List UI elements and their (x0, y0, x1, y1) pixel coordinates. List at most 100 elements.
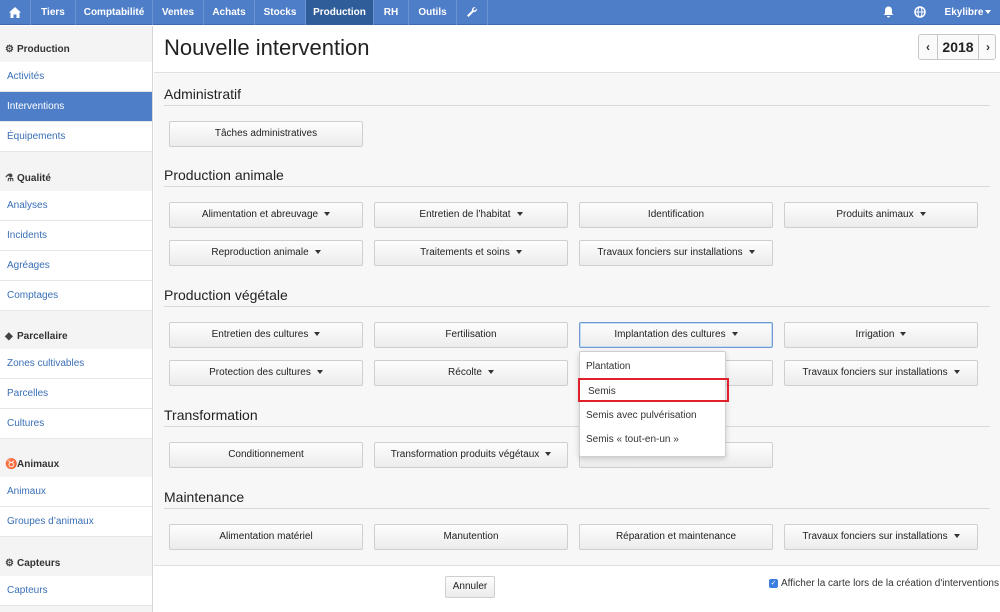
btn-traitements-soins[interactable]: Traitements et soins (374, 240, 568, 266)
btn-fertilisation[interactable]: Fertilisation (374, 322, 568, 348)
btn-conditionnement[interactable]: Conditionnement (169, 442, 363, 468)
btn-entretien-cultures[interactable]: Entretien des cultures (169, 322, 363, 348)
map-checkbox[interactable]: ✓ (769, 579, 778, 588)
btn-taches-administratives[interactable]: Tâches administratives (169, 121, 363, 147)
btn-identification[interactable]: Identification (579, 202, 773, 228)
divider (164, 306, 990, 307)
map-checkbox-label: Afficher la carte lors de la création d'… (781, 578, 999, 589)
caret-down-icon (545, 452, 552, 457)
group-title-production-animale: Production animale (164, 167, 284, 183)
user-name: Ekylibre (944, 7, 984, 18)
dropdown-item-semis[interactable]: Semis (578, 378, 729, 402)
sidebar: ⚙ Production Activités Interventions Équi… (0, 26, 153, 612)
btn-entretien-habitat[interactable]: Entretien de l’habitat (374, 202, 568, 228)
group-title-production-vegetale: Production végétale (164, 287, 288, 303)
dropdown-item-semis-pulverisation[interactable]: Semis avec pulvérisation (580, 404, 725, 428)
bell-icon[interactable] (876, 0, 900, 25)
sidebar-section-capteurs: ⚙ Capteurs (0, 552, 153, 576)
group-title-administratif: Administratif (164, 86, 242, 102)
sidebar-section-animaux: ♉Animaux (0, 453, 153, 477)
next-year-button[interactable]: › (979, 35, 997, 59)
nav-rh[interactable]: RH (374, 0, 408, 25)
nav-achats[interactable]: Achats (204, 0, 254, 25)
caret-down-icon (314, 250, 321, 255)
globe-icon[interactable] (908, 0, 932, 25)
btn-travaux-fonciers-animale[interactable]: Travaux fonciers sur installations (579, 240, 773, 266)
nav-comptabilite[interactable]: Comptabilité (76, 0, 152, 25)
year-selector: ‹ 2018 › (918, 34, 996, 60)
nav-ventes[interactable]: Ventes (153, 0, 203, 25)
nav-tiers[interactable]: Tiers (31, 0, 75, 25)
dropdown-item-plantation[interactable]: Plantation (580, 355, 725, 379)
home-icon[interactable] (0, 0, 30, 25)
btn-reproduction-animale[interactable]: Reproduction animale (169, 240, 363, 266)
caret-down-icon (731, 332, 738, 337)
btn-implantation-cultures[interactable]: Implantation des cultures (579, 322, 773, 348)
year-value: 2018 (937, 35, 979, 59)
wrench-icon[interactable] (457, 0, 487, 25)
chevron-down-icon (985, 10, 992, 15)
main-content: Nouvelle intervention ‹ 2018 › Administr… (154, 26, 1000, 612)
sidebar-item-agreages[interactable]: Agréages (0, 251, 152, 281)
group-title-transformation: Transformation (164, 407, 258, 423)
divider (164, 508, 990, 509)
nav-outils[interactable]: Outils (409, 0, 456, 25)
sidebar-section-qualite: ⚗ Qualité (0, 167, 153, 191)
caret-down-icon (748, 250, 755, 255)
cancel-button[interactable]: Annuler (445, 576, 495, 598)
divider (164, 105, 990, 106)
caret-down-icon (487, 370, 494, 375)
sidebar-item-cultures[interactable]: Cultures (0, 409, 152, 439)
caret-down-icon (515, 250, 522, 255)
sidebar-section-production: ⚙ Production (0, 38, 153, 62)
btn-alimentation-abreuvage[interactable]: Alimentation et abreuvage (169, 202, 363, 228)
top-navbar: Tiers Comptabilité Ventes Achats Stocks … (0, 0, 1000, 25)
layers-icon: ◆ (5, 331, 13, 342)
sidebar-item-groupes-animaux[interactable]: Groupes d’animaux (0, 507, 152, 537)
user-menu[interactable]: Ekylibre (940, 0, 996, 25)
nav-production[interactable]: Production (306, 0, 373, 25)
btn-transformation-produits-vegetaux[interactable]: Transformation produits végétaux (374, 442, 568, 468)
sidebar-item-equipements[interactable]: Équipements (0, 122, 152, 152)
dropdown-item-semis-tout-en-un[interactable]: Semis « tout-en-un » (580, 428, 725, 452)
sidebar-item-animaux[interactable]: Animaux (0, 477, 152, 507)
btn-reparation-maintenance[interactable]: Réparation et maintenance (579, 524, 773, 550)
caret-down-icon (953, 370, 960, 375)
sidebar-item-analyses[interactable]: Analyses (0, 191, 152, 221)
btn-travaux-fonciers-vegetale[interactable]: Travaux fonciers sur installations (784, 360, 978, 386)
caret-down-icon (919, 212, 926, 217)
btn-manutention[interactable]: Manutention (374, 524, 568, 550)
sidebar-item-parcelles[interactable]: Parcelles (0, 379, 152, 409)
caret-down-icon (324, 212, 331, 217)
sidebar-item-interventions[interactable]: Interventions (0, 92, 152, 122)
divider (164, 186, 990, 187)
implantation-dropdown-menu: Plantation Semis Semis avec pulvérisatio… (578, 351, 729, 457)
btn-alimentation-materiel[interactable]: Alimentation matériel (169, 524, 363, 550)
sidebar-item-activites[interactable]: Activités (0, 62, 152, 92)
cogs-icon: ⚙ (5, 44, 14, 55)
caret-down-icon (316, 370, 323, 375)
divider (164, 426, 990, 427)
btn-irrigation[interactable]: Irrigation (784, 322, 978, 348)
caret-down-icon (314, 332, 321, 337)
sidebar-item-zones-cultivables[interactable]: Zones cultivables (0, 349, 152, 379)
gear-icon: ⚙ (5, 558, 14, 569)
page-title: Nouvelle intervention (164, 35, 370, 60)
form-footer: Annuler ✓ Afficher la carte lors de la c… (154, 566, 1000, 612)
flask-icon: ⚗ (5, 173, 14, 184)
sidebar-item-capteurs[interactable]: Capteurs (0, 576, 152, 606)
caret-down-icon (953, 534, 960, 539)
sidebar-item-comptages[interactable]: Comptages (0, 281, 152, 311)
cow-icon: ♉ (5, 459, 18, 470)
btn-travaux-fonciers-maintenance[interactable]: Travaux fonciers sur installations (784, 524, 978, 550)
sidebar-section-parcellaire: ◆ Parcellaire (0, 325, 153, 349)
sidebar-item-incidents[interactable]: Incidents (0, 221, 152, 251)
btn-produits-animaux[interactable]: Produits animaux (784, 202, 978, 228)
caret-down-icon (516, 212, 523, 217)
btn-protection-cultures[interactable]: Protection des cultures (169, 360, 363, 386)
btn-recolte[interactable]: Récolte (374, 360, 568, 386)
previous-year-button[interactable]: ‹ (919, 35, 937, 59)
nav-stocks[interactable]: Stocks (255, 0, 305, 25)
caret-down-icon (900, 332, 907, 337)
intervention-panel: Administratif Tâches administratives Pro… (154, 72, 1000, 566)
